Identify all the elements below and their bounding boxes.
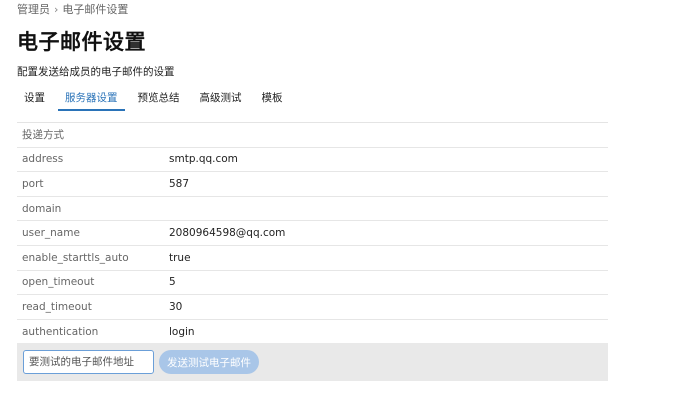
tab-settings[interactable]: 设置 bbox=[17, 88, 52, 111]
breadcrumb-current: 电子邮件设置 bbox=[62, 3, 129, 16]
test-email-bar: 发送测试电子邮件 bbox=[17, 343, 608, 381]
page-title: 电子邮件设置 bbox=[17, 30, 146, 54]
table-row: port 587 bbox=[17, 172, 608, 197]
setting-key: open_timeout bbox=[22, 276, 95, 289]
tab-advanced-test[interactable]: 高级测试 bbox=[193, 88, 249, 111]
tab-templates[interactable]: 模板 bbox=[255, 88, 290, 111]
table-row: authentication login bbox=[17, 320, 608, 345]
delivery-method-header-row: 投递方式 bbox=[17, 123, 608, 148]
table-row: open_timeout 5 bbox=[17, 271, 608, 296]
table-row: enable_starttls_auto true bbox=[17, 246, 608, 271]
setting-value: 30 bbox=[169, 300, 183, 313]
setting-key: domain bbox=[22, 202, 62, 215]
setting-key: port bbox=[22, 177, 44, 190]
setting-key: user_name bbox=[22, 227, 80, 240]
setting-value: 5 bbox=[169, 276, 176, 289]
setting-key: enable_starttls_auto bbox=[22, 251, 129, 264]
setting-value: 2080964598@qq.com bbox=[169, 227, 286, 240]
setting-value: login bbox=[169, 325, 195, 338]
delivery-method-label: 投递方式 bbox=[22, 129, 64, 142]
page-description: 配置发送给成员的电子邮件的设置 bbox=[17, 66, 175, 78]
table-row: address smtp.qq.com bbox=[17, 148, 608, 173]
setting-value: true bbox=[169, 251, 191, 264]
send-test-email-button[interactable]: 发送测试电子邮件 bbox=[159, 350, 259, 374]
setting-value: 587 bbox=[169, 177, 190, 190]
table-row: user_name 2080964598@qq.com bbox=[17, 221, 608, 246]
tab-preview-digest[interactable]: 预览总结 bbox=[131, 88, 187, 111]
setting-value: smtp.qq.com bbox=[169, 153, 238, 166]
setting-key: authentication bbox=[22, 325, 99, 338]
setting-key: read_timeout bbox=[22, 300, 92, 313]
email-settings-page: 管理员 › 电子邮件设置 电子邮件设置 配置发送给成员的电子邮件的设置 设置 服… bbox=[0, 0, 690, 405]
tab-server-settings[interactable]: 服务器设置 bbox=[58, 88, 125, 111]
tab-bar: 设置 服务器设置 预览总结 高级测试 模板 bbox=[17, 88, 608, 111]
setting-key: address bbox=[22, 153, 64, 166]
server-settings-table: 投递方式 address smtp.qq.com port 587 domain… bbox=[17, 122, 608, 345]
breadcrumb-admin-link[interactable]: 管理员 bbox=[17, 1, 50, 17]
table-row: read_timeout 30 bbox=[17, 295, 608, 320]
test-email-input[interactable] bbox=[23, 350, 154, 374]
breadcrumb: 管理员 › 电子邮件设置 bbox=[17, 1, 128, 17]
table-row: domain bbox=[17, 197, 608, 222]
chevron-right-icon: › bbox=[54, 2, 59, 16]
